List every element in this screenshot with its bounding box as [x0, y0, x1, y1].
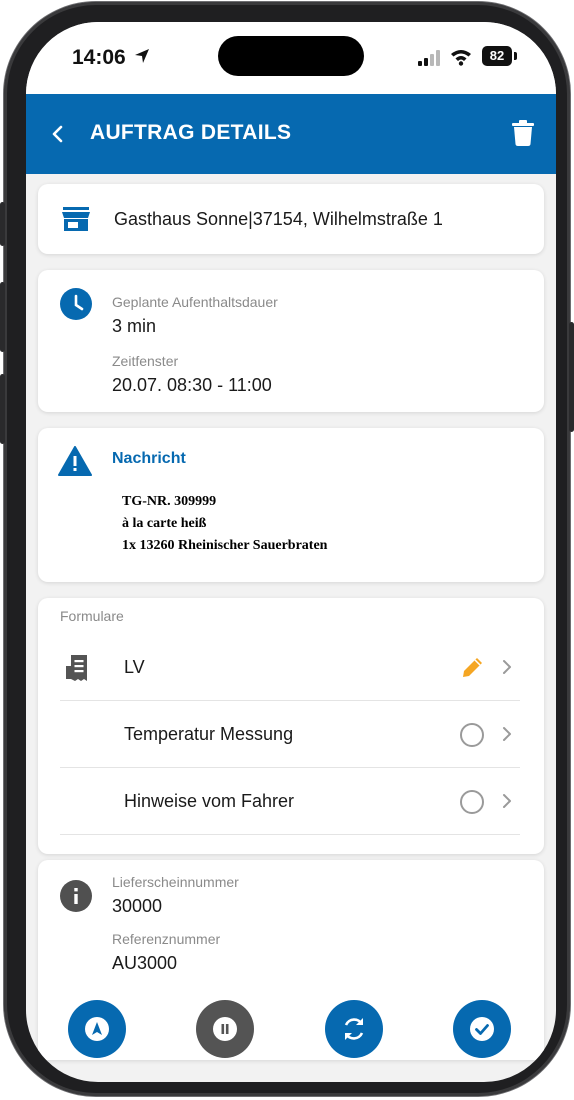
message-title: Nachricht — [112, 450, 186, 467]
row-divider — [60, 767, 520, 768]
message-line: TG-NR. 309999 — [122, 494, 217, 509]
phone-frame: 14:06 82 AUFTRAG DETAILS Gasthaus Sonne|… — [0, 2, 574, 1096]
location-arrow-icon — [134, 48, 150, 69]
sync-button[interactable] — [325, 1000, 383, 1058]
complete-button[interactable] — [453, 1000, 511, 1058]
message-line: à la carte heiß — [122, 516, 207, 531]
dynamic-island — [218, 36, 364, 76]
form-item-label: Temperatur Messung — [124, 724, 294, 744]
sync-icon — [344, 1018, 364, 1040]
side-button-left-3 — [0, 374, 5, 444]
battery-tip — [514, 52, 517, 60]
battery-icon: 82 — [482, 46, 512, 66]
form-item-lv[interactable]: LV — [60, 635, 520, 701]
schedule-card: Geplante Aufenthaltsdauer 3 min Zeitfens… — [38, 270, 544, 412]
delivery-note-label: Lieferscheinnummer — [112, 874, 239, 890]
navigate-button[interactable] — [68, 1000, 126, 1058]
delivery-note-value: 30000 — [112, 896, 163, 916]
navigation-arrow-icon — [85, 1017, 109, 1041]
signal-icon — [418, 50, 440, 71]
clock-icon — [60, 288, 92, 325]
reference-label: Referenznummer — [112, 931, 221, 947]
back-button[interactable] — [46, 122, 70, 146]
status-bar: 14:06 82 — [26, 22, 556, 94]
forms-heading: Formulare — [60, 608, 124, 624]
app-bar: AUFTRAG DETAILS — [26, 94, 556, 174]
form-item-label: LV — [124, 657, 145, 677]
chevron-right-icon — [501, 657, 513, 682]
form-item-hinweise[interactable]: Hinweise vom Fahrer — [60, 769, 520, 835]
time-window-label: Zeitfenster — [112, 353, 179, 369]
message-card: Nachricht TG-NR. 309999 à la carte heiß … — [38, 428, 544, 582]
receipt-icon — [66, 654, 92, 687]
check-icon — [470, 1017, 494, 1041]
side-button-right — [569, 322, 574, 432]
chevron-right-icon — [501, 724, 513, 749]
empty-circle-icon — [460, 723, 484, 747]
wifi-icon — [450, 48, 472, 71]
chevron-right-icon — [501, 791, 513, 816]
chevron-left-icon — [52, 125, 63, 143]
status-time: 14:06 — [72, 46, 126, 69]
row-divider — [60, 700, 520, 701]
delete-button[interactable] — [512, 120, 534, 151]
store-address: Gasthaus Sonne|37154, Wilhelmstraße 1 — [114, 209, 443, 229]
page-title: AUFTRAG DETAILS — [90, 121, 292, 144]
row-divider — [60, 834, 520, 835]
empty-circle-icon — [460, 790, 484, 814]
reference-value: AU3000 — [112, 953, 178, 973]
pause-icon — [213, 1017, 237, 1041]
duration-value: 3 min — [112, 316, 157, 336]
info-icon — [60, 880, 92, 917]
form-item-label: Hinweise vom Fahrer — [124, 791, 295, 811]
trash-icon — [512, 120, 534, 146]
store-icon — [62, 207, 90, 236]
store-card[interactable]: Gasthaus Sonne|37154, Wilhelmstraße 1 — [38, 184, 544, 254]
side-button-left-1 — [0, 202, 5, 246]
pause-button[interactable] — [196, 1000, 254, 1058]
form-item-temperatur[interactable]: Temperatur Messung — [60, 702, 520, 768]
warning-icon — [58, 446, 92, 481]
message-line: 1x 13260 Rheinischer Sauerbraten — [122, 538, 328, 553]
battery-level: 82 — [489, 48, 505, 63]
screen: 14:06 82 AUFTRAG DETAILS Gasthaus Sonne|… — [26, 22, 556, 1082]
duration-label: Geplante Aufenthaltsdauer — [112, 294, 278, 310]
side-button-left-2 — [0, 282, 5, 352]
time-window-value: 20.07. 08:30 - 11:00 — [112, 375, 272, 395]
pencil-icon — [462, 656, 484, 683]
forms-card: Formulare LV Temperatur Messung Hinweise… — [38, 598, 544, 854]
